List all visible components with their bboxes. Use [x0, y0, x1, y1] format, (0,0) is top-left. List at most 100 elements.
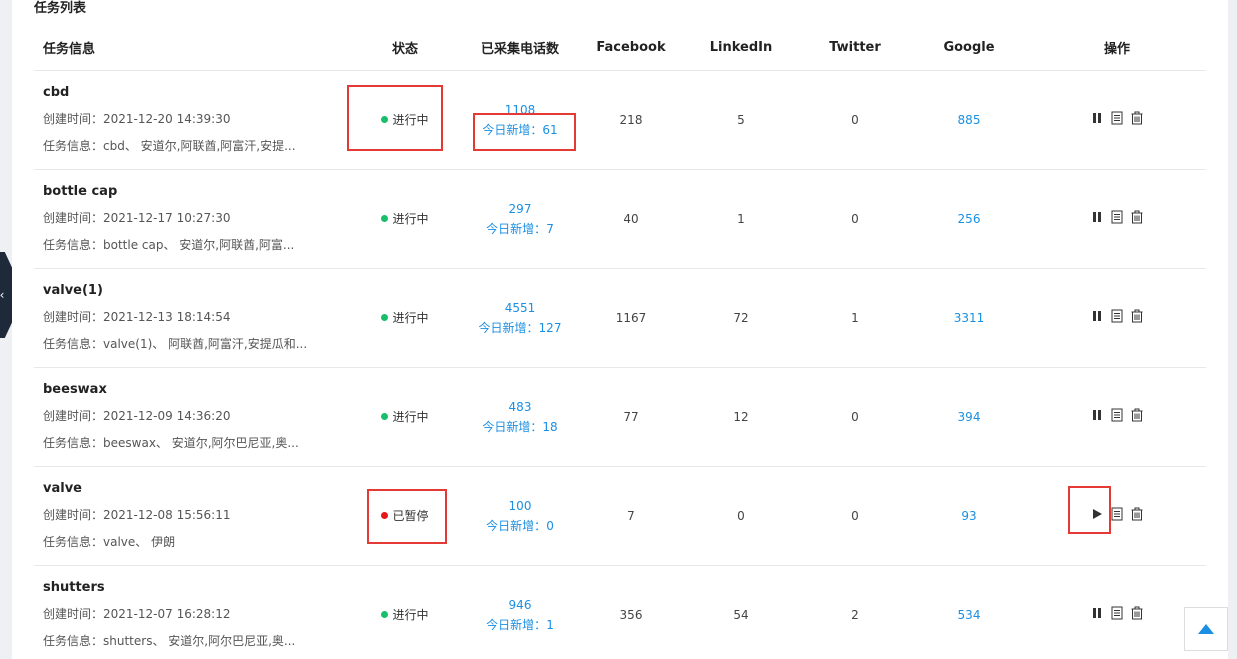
google-count-link[interactable]: 885 [958, 113, 981, 127]
google-count-link[interactable]: 93 [961, 509, 976, 523]
arrow-up-icon [1198, 624, 1214, 634]
task-info-text: 任务信息：shutters、 安道尔,阿尔巴尼亚,奥... [43, 633, 296, 648]
phones-cell: 100 今日新增：0 [460, 466, 580, 566]
task-created-time: 创建时间：2021-12-13 18:14:54 [43, 309, 231, 324]
task-info-cell: cbd 创建时间：2021-12-20 14:39:30 任务信息：cbd、 安… [34, 70, 350, 170]
detail-icon[interactable] [1111, 210, 1123, 224]
status-cell: 进行中 [350, 367, 460, 467]
actions-cell [1028, 70, 1206, 170]
status-cell: 进行中 [350, 268, 460, 368]
phones-today-link[interactable]: 今日新增：61 [460, 120, 580, 140]
phones-total-link[interactable]: 1108 [460, 100, 580, 120]
trash-icon[interactable] [1131, 606, 1143, 620]
phones-cell: 4551 今日新增：127 [460, 268, 580, 368]
linkedin-count: 0 [682, 466, 800, 566]
phones-total-link[interactable]: 4551 [460, 298, 580, 318]
trash-icon[interactable] [1131, 210, 1143, 224]
status-dot-icon [381, 611, 389, 618]
table-header-row: 任务信息 状态 已采集电话数 Facebook LinkedIn Twitter… [34, 26, 1206, 71]
status-dot-icon [381, 116, 389, 123]
task-info-text: 任务信息：valve(1)、 阿联酋,阿富汗,安提瓜和... [43, 336, 308, 351]
linkedin-count: 1 [682, 169, 800, 269]
task-created-time: 创建时间：2021-12-20 14:39:30 [43, 111, 231, 126]
status-badge: 进行中 [381, 210, 429, 227]
detail-icon[interactable] [1111, 507, 1123, 521]
status-badge: 已暂停 [381, 507, 429, 524]
linkedin-count: 54 [682, 565, 800, 659]
pause-icon[interactable] [1091, 606, 1103, 620]
phones-today-link[interactable]: 今日新增：7 [460, 219, 580, 239]
task-name[interactable]: valve(1) [43, 283, 350, 299]
google-cell: 534 [910, 565, 1028, 659]
play-icon[interactable] [1091, 507, 1103, 521]
facebook-count: 40 [580, 169, 682, 269]
table-row: valve(1) 创建时间：2021-12-13 18:14:54 任务信息：v… [34, 268, 1206, 368]
google-cell: 93 [910, 466, 1028, 566]
detail-icon[interactable] [1111, 309, 1123, 323]
google-cell: 885 [910, 70, 1028, 170]
google-cell: 394 [910, 367, 1028, 467]
phones-total-link[interactable]: 297 [460, 199, 580, 219]
task-created-time: 创建时间：2021-12-09 14:36:20 [43, 408, 231, 423]
task-name[interactable]: cbd [43, 85, 350, 101]
back-to-top-button[interactable] [1184, 607, 1228, 651]
pause-icon[interactable] [1091, 111, 1103, 125]
status-cell: 已暂停 [350, 466, 460, 566]
col-header-google: Google [910, 26, 1028, 71]
status-dot-icon [381, 314, 389, 321]
col-header-task-info: 任务信息 [34, 26, 350, 71]
task-info-cell: shutters 创建时间：2021-12-07 16:28:12 任务信息：s… [34, 565, 350, 659]
sidebar-collapse-tab[interactable]: ‹ [0, 252, 12, 338]
google-count-link[interactable]: 394 [958, 410, 981, 424]
trash-icon[interactable] [1131, 111, 1143, 125]
phones-today-link[interactable]: 今日新增：127 [460, 318, 580, 338]
table-row: beeswax 创建时间：2021-12-09 14:36:20 任务信息：be… [34, 367, 1206, 467]
google-count-link[interactable]: 256 [958, 212, 981, 226]
detail-icon[interactable] [1111, 111, 1123, 125]
col-header-status: 状态 [350, 26, 460, 71]
task-created-time: 创建时间：2021-12-17 10:27:30 [43, 210, 231, 225]
task-name[interactable]: shutters [43, 580, 350, 596]
pause-icon[interactable] [1091, 408, 1103, 422]
status-badge: 进行中 [381, 111, 429, 128]
twitter-count: 0 [800, 466, 910, 566]
twitter-count: 1 [800, 268, 910, 368]
actions-cell [1028, 169, 1206, 269]
status-cell: 进行中 [350, 169, 460, 269]
actions-cell [1028, 565, 1206, 659]
trash-icon[interactable] [1131, 507, 1143, 521]
status-badge: 进行中 [381, 309, 429, 326]
task-created-time: 创建时间：2021-12-08 15:56:11 [43, 507, 231, 522]
google-count-link[interactable]: 534 [958, 608, 981, 622]
task-name[interactable]: beeswax [43, 382, 350, 398]
linkedin-count: 12 [682, 367, 800, 467]
col-header-facebook: Facebook [580, 26, 682, 71]
pause-icon[interactable] [1091, 210, 1103, 224]
google-count-link[interactable]: 3311 [954, 311, 985, 325]
status-cell: 进行中 [350, 565, 460, 659]
phones-total-link[interactable]: 100 [460, 496, 580, 516]
facebook-count: 218 [580, 70, 682, 170]
trash-icon[interactable] [1131, 408, 1143, 422]
detail-icon[interactable] [1111, 606, 1123, 620]
phones-today-link[interactable]: 今日新增：0 [460, 516, 580, 536]
task-name[interactable]: bottle cap [43, 184, 350, 200]
task-info-text: 任务信息：cbd、 安道尔,阿联酋,阿富汗,安提... [43, 138, 296, 153]
phones-today-link[interactable]: 今日新增：1 [460, 615, 580, 635]
facebook-count: 7 [580, 466, 682, 566]
col-header-phones: 已采集电话数 [460, 26, 580, 71]
phones-total-link[interactable]: 946 [460, 595, 580, 615]
status-dot-icon [381, 215, 389, 222]
trash-icon[interactable] [1131, 309, 1143, 323]
phones-total-link[interactable]: 483 [460, 397, 580, 417]
task-info-cell: beeswax 创建时间：2021-12-09 14:36:20 任务信息：be… [34, 367, 350, 467]
status-dot-icon [381, 512, 389, 519]
detail-icon[interactable] [1111, 408, 1123, 422]
task-info-cell: valve(1) 创建时间：2021-12-13 18:14:54 任务信息：v… [34, 268, 350, 368]
task-info-text: 任务信息：valve、 伊朗 [43, 534, 176, 549]
task-info-cell: bottle cap 创建时间：2021-12-17 10:27:30 任务信息… [34, 169, 350, 269]
pause-icon[interactable] [1091, 309, 1103, 323]
phones-today-link[interactable]: 今日新增：18 [460, 417, 580, 437]
twitter-count: 2 [800, 565, 910, 659]
task-name[interactable]: valve [43, 481, 350, 497]
